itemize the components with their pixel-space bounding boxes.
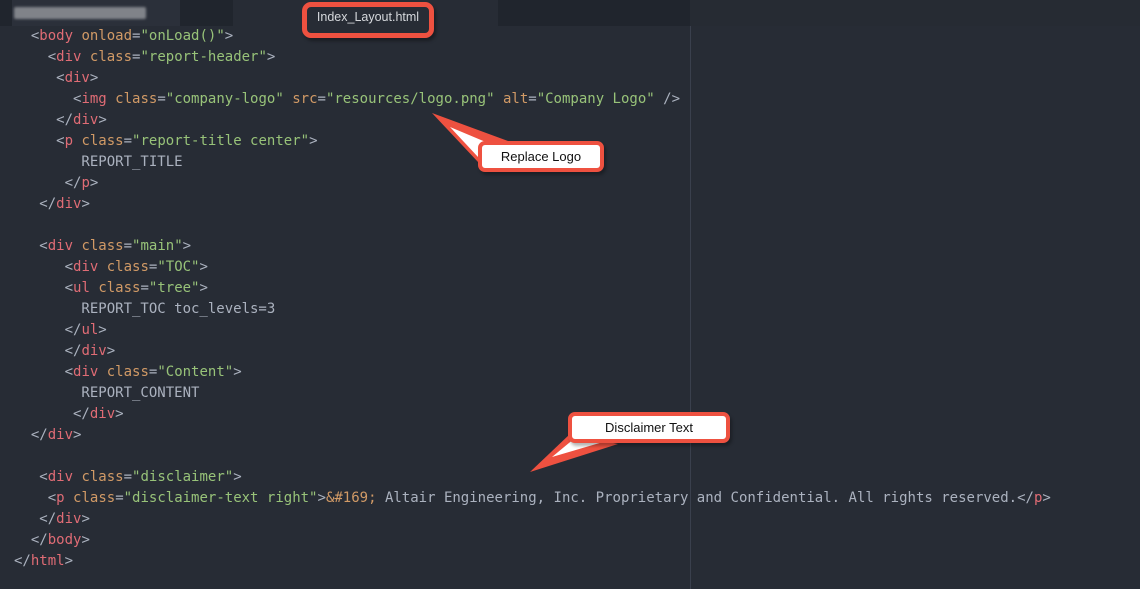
code-line: </p> <box>14 175 99 191</box>
tab-redacted[interactable] <box>12 0 180 26</box>
redacted-tab-label <box>14 7 146 19</box>
code-line: <div class="disclaimer"> <box>14 469 242 485</box>
code-line: <p class="disclaimer-text right">&#169; … <box>14 490 1051 506</box>
code-line: </body> <box>14 532 90 548</box>
code-line: </div> <box>14 112 107 128</box>
code-line: </ul> <box>14 322 107 338</box>
code-line: </div> <box>14 196 90 212</box>
code-line: <div> <box>14 70 99 86</box>
code-line: <img class="company-logo" src="resources… <box>14 91 681 107</box>
code-line: REPORT_TOC toc_levels=3 <box>14 301 276 317</box>
tab-bar <box>0 0 1140 26</box>
callout-disclaimer-text: Disclaimer Text <box>568 412 730 443</box>
callout-disclaimer-text-label: Disclaimer Text <box>605 420 693 435</box>
active-tab-filename: Index_Layout.html <box>316 10 420 24</box>
code-line: <div class="report-header"> <box>14 49 276 65</box>
code-area[interactable]: <body onload="onLoad()"> <div class="rep… <box>0 26 1140 572</box>
code-line: </div> <box>14 511 90 527</box>
code-line: </html> <box>14 553 74 569</box>
code-line: <ul class="tree"> <box>14 280 208 296</box>
code-line: <div class="Content"> <box>14 364 242 380</box>
code-line: <body onload="onLoad()"> <box>14 28 234 44</box>
tab-highlight-annotation: Index_Layout.html <box>302 2 434 38</box>
code-line: <div class="main"> <box>14 238 192 254</box>
code-line: REPORT_CONTENT <box>14 385 200 401</box>
tab-bar-right-section <box>690 0 1140 26</box>
callout-replace-logo: Replace Logo <box>478 141 604 172</box>
code-line: </div> <box>14 343 116 359</box>
code-editor-window: <body onload="onLoad()"> <div class="rep… <box>0 0 1140 589</box>
callout-replace-logo-label: Replace Logo <box>500 149 582 164</box>
code-line: <div class="TOC"> <box>14 259 208 275</box>
